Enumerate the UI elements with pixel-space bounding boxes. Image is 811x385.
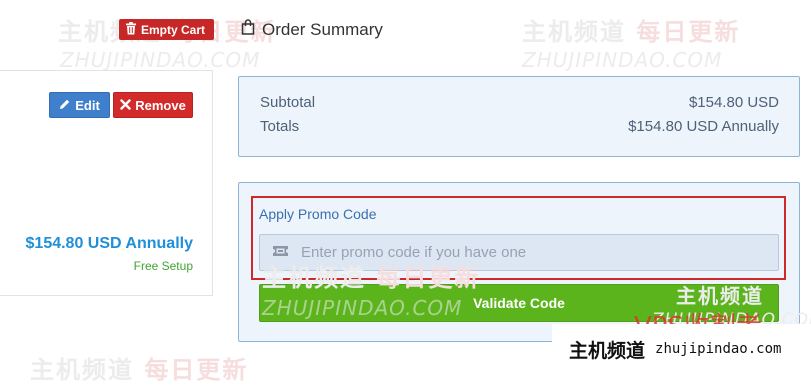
order-summary-title: Order Summary xyxy=(262,19,383,39)
watermark-en: ZHUJIPINDAO.COM xyxy=(522,48,723,72)
order-summary-panel: Subtotal $154.80 USD Totals $154.80 USD … xyxy=(238,76,800,157)
watermark-cn: 主机频道 每日更新 xyxy=(30,356,249,384)
subtotal-row: Subtotal $154.80 USD xyxy=(260,94,779,111)
empty-cart-button[interactable]: Empty Cart xyxy=(119,19,214,40)
promo-code-title: Apply Promo Code xyxy=(259,206,377,222)
trash-icon xyxy=(125,21,137,38)
promo-code-field[interactable] xyxy=(259,234,779,271)
watermark-en: ZHUJIPINDAO.COM xyxy=(60,48,261,72)
totals-label: Totals xyxy=(260,118,300,135)
site-badge-cn: 主机频道 xyxy=(569,339,646,362)
totals-row: Totals $154.80 USD Annually xyxy=(260,118,779,135)
remove-button[interactable]: Remove xyxy=(113,92,193,118)
site-badge-url: zhujipindao.com xyxy=(655,341,782,357)
close-icon xyxy=(120,98,131,113)
subtotal-value: $154.80 USD xyxy=(688,94,779,111)
watermark-cn: 主机频道 每日更新 xyxy=(522,18,741,46)
item-price: $154.80 USD Annually xyxy=(25,235,193,252)
promo-code-input[interactable] xyxy=(299,243,778,262)
pencil-icon xyxy=(59,98,71,113)
edit-button-label: Edit xyxy=(75,97,100,113)
empty-cart-label: Empty Cart xyxy=(141,22,206,37)
site-badge: 主机频道 zhujipindao.com xyxy=(552,324,811,374)
ticket-icon xyxy=(272,244,289,262)
setup-fee-note: Free Setup xyxy=(133,259,193,273)
edit-button[interactable]: Edit xyxy=(49,92,110,118)
remove-button-label: Remove xyxy=(135,97,186,113)
subtotal-label: Subtotal xyxy=(260,94,316,111)
totals-value: $154.80 USD Annually xyxy=(628,118,779,135)
order-summary-heading: Order Summary xyxy=(241,19,383,40)
shopping-bag-icon xyxy=(241,19,255,40)
